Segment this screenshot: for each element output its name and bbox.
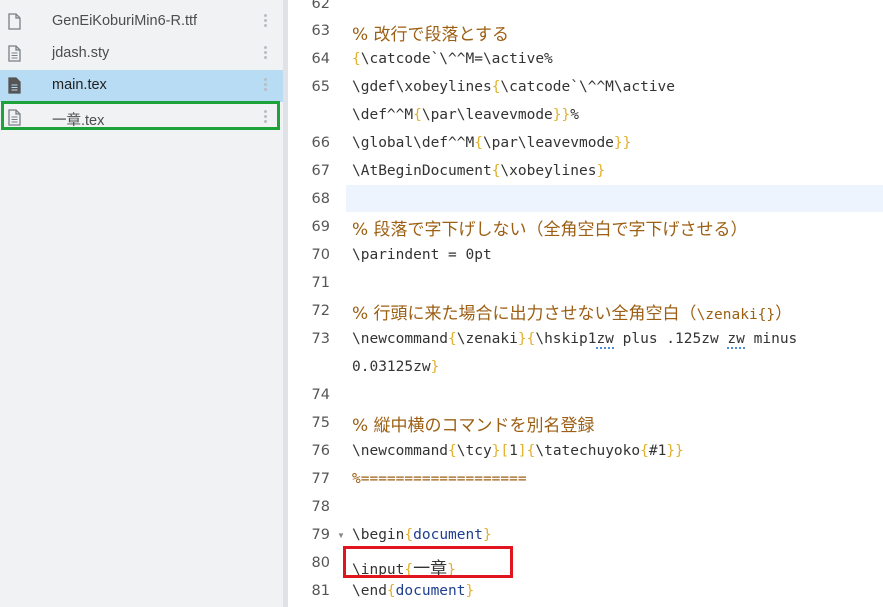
file-name: jdash.sty <box>52 45 110 61</box>
code-line-77: %=================== <box>352 471 527 487</box>
line-number: 62 <box>311 0 330 12</box>
line-number: 73 <box>311 331 330 347</box>
line-number: 64 <box>311 51 330 67</box>
comment: % 改行で段落とする <box>352 25 510 45</box>
code-line-79: \begin{document} <box>352 527 492 543</box>
line-number: 71 <box>311 275 330 291</box>
line-number: 72 <box>311 303 330 319</box>
code-line-65-wrap: \def^^M{\par\leavevmode}}% <box>352 107 579 123</box>
file-item-jdash[interactable]: jdash.sty <box>0 38 283 70</box>
line-number: 65 <box>311 79 330 95</box>
line-number: 68 <box>311 191 330 207</box>
code-line-73-wrap: 0.03125zw} <box>352 359 440 375</box>
file-item-font[interactable]: GenEiKoburiMin6-R.ttf <box>0 6 283 38</box>
code-line-66: \global\def^^M{\par\leavevmode}} <box>352 135 632 151</box>
more-options-icon[interactable] <box>262 45 268 63</box>
annotation-highlight-box <box>343 546 513 578</box>
more-options-icon[interactable] <box>262 77 268 95</box>
code-editor[interactable]: 62 63 64 65 66 67 68 69 70 71 72 73 74 7… <box>288 0 883 607</box>
code-line-69: % 段落で字下げしない（全角空白で字下げさせる） <box>352 215 748 240</box>
line-number: 66 <box>311 135 330 151</box>
line-number: 63 <box>311 23 330 39</box>
file-icon <box>8 13 21 30</box>
fold-arrow-icon[interactable]: ▼ <box>337 531 345 540</box>
line-number-gutter: 62 63 64 65 66 67 68 69 70 71 72 73 74 7… <box>288 0 346 607</box>
code-line-64: {\catcode`\^^M=\active% <box>352 51 553 67</box>
code-line-70: \parindent = 0pt <box>352 247 492 263</box>
selection-highlight-box <box>1 101 280 130</box>
file-name: main.tex <box>52 77 107 93</box>
line-number: 76 <box>311 443 330 459</box>
code-line-81: \end{document} <box>352 583 475 599</box>
file-sidebar: GenEiKoburiMin6-R.ttf jdash.sty main.tex… <box>0 0 283 607</box>
file-name: GenEiKoburiMin6-R.ttf <box>52 13 198 29</box>
line-number: 75 <box>311 415 330 431</box>
line-number: 79 <box>311 527 330 543</box>
code-line-76: \newcommand{\tcy}[1]{\tatechuyoko{#1}} <box>352 443 684 459</box>
line-number: 69 <box>311 219 330 235</box>
comment: % 段落で字下げしない（全角空白で字下げさせる） <box>352 220 748 240</box>
file-text-icon <box>8 77 21 94</box>
line-number: 81 <box>311 583 330 599</box>
line-number: 80 <box>311 555 330 571</box>
file-text-icon <box>8 45 21 62</box>
line-number: 78 <box>311 499 330 515</box>
code-line-72: % 行頭に来た場合に出力させない全角空白（\zenaki{}） <box>352 304 793 324</box>
line-number: 77 <box>311 471 330 487</box>
active-line-highlight <box>288 185 883 212</box>
code-line-73: \newcommand{\zenaki}{\hskip1zw plus .125… <box>352 331 798 349</box>
code-line-63: % 改行で段落とする <box>352 20 509 45</box>
code-line-65: \gdef\xobeylines{\catcode`\^^M\active <box>352 79 676 95</box>
file-item-main-active[interactable]: main.tex <box>0 70 283 102</box>
line-number: 67 <box>311 163 330 179</box>
code-line-67: \AtBeginDocument{\xobeylines} <box>352 163 606 179</box>
spellcheck-underline: zw <box>596 331 614 349</box>
code-line-75: % 縦中横のコマンドを別名登録 <box>352 416 595 436</box>
line-number: 70 <box>311 247 330 263</box>
line-number: 74 <box>311 387 330 403</box>
more-options-icon[interactable] <box>262 13 268 31</box>
